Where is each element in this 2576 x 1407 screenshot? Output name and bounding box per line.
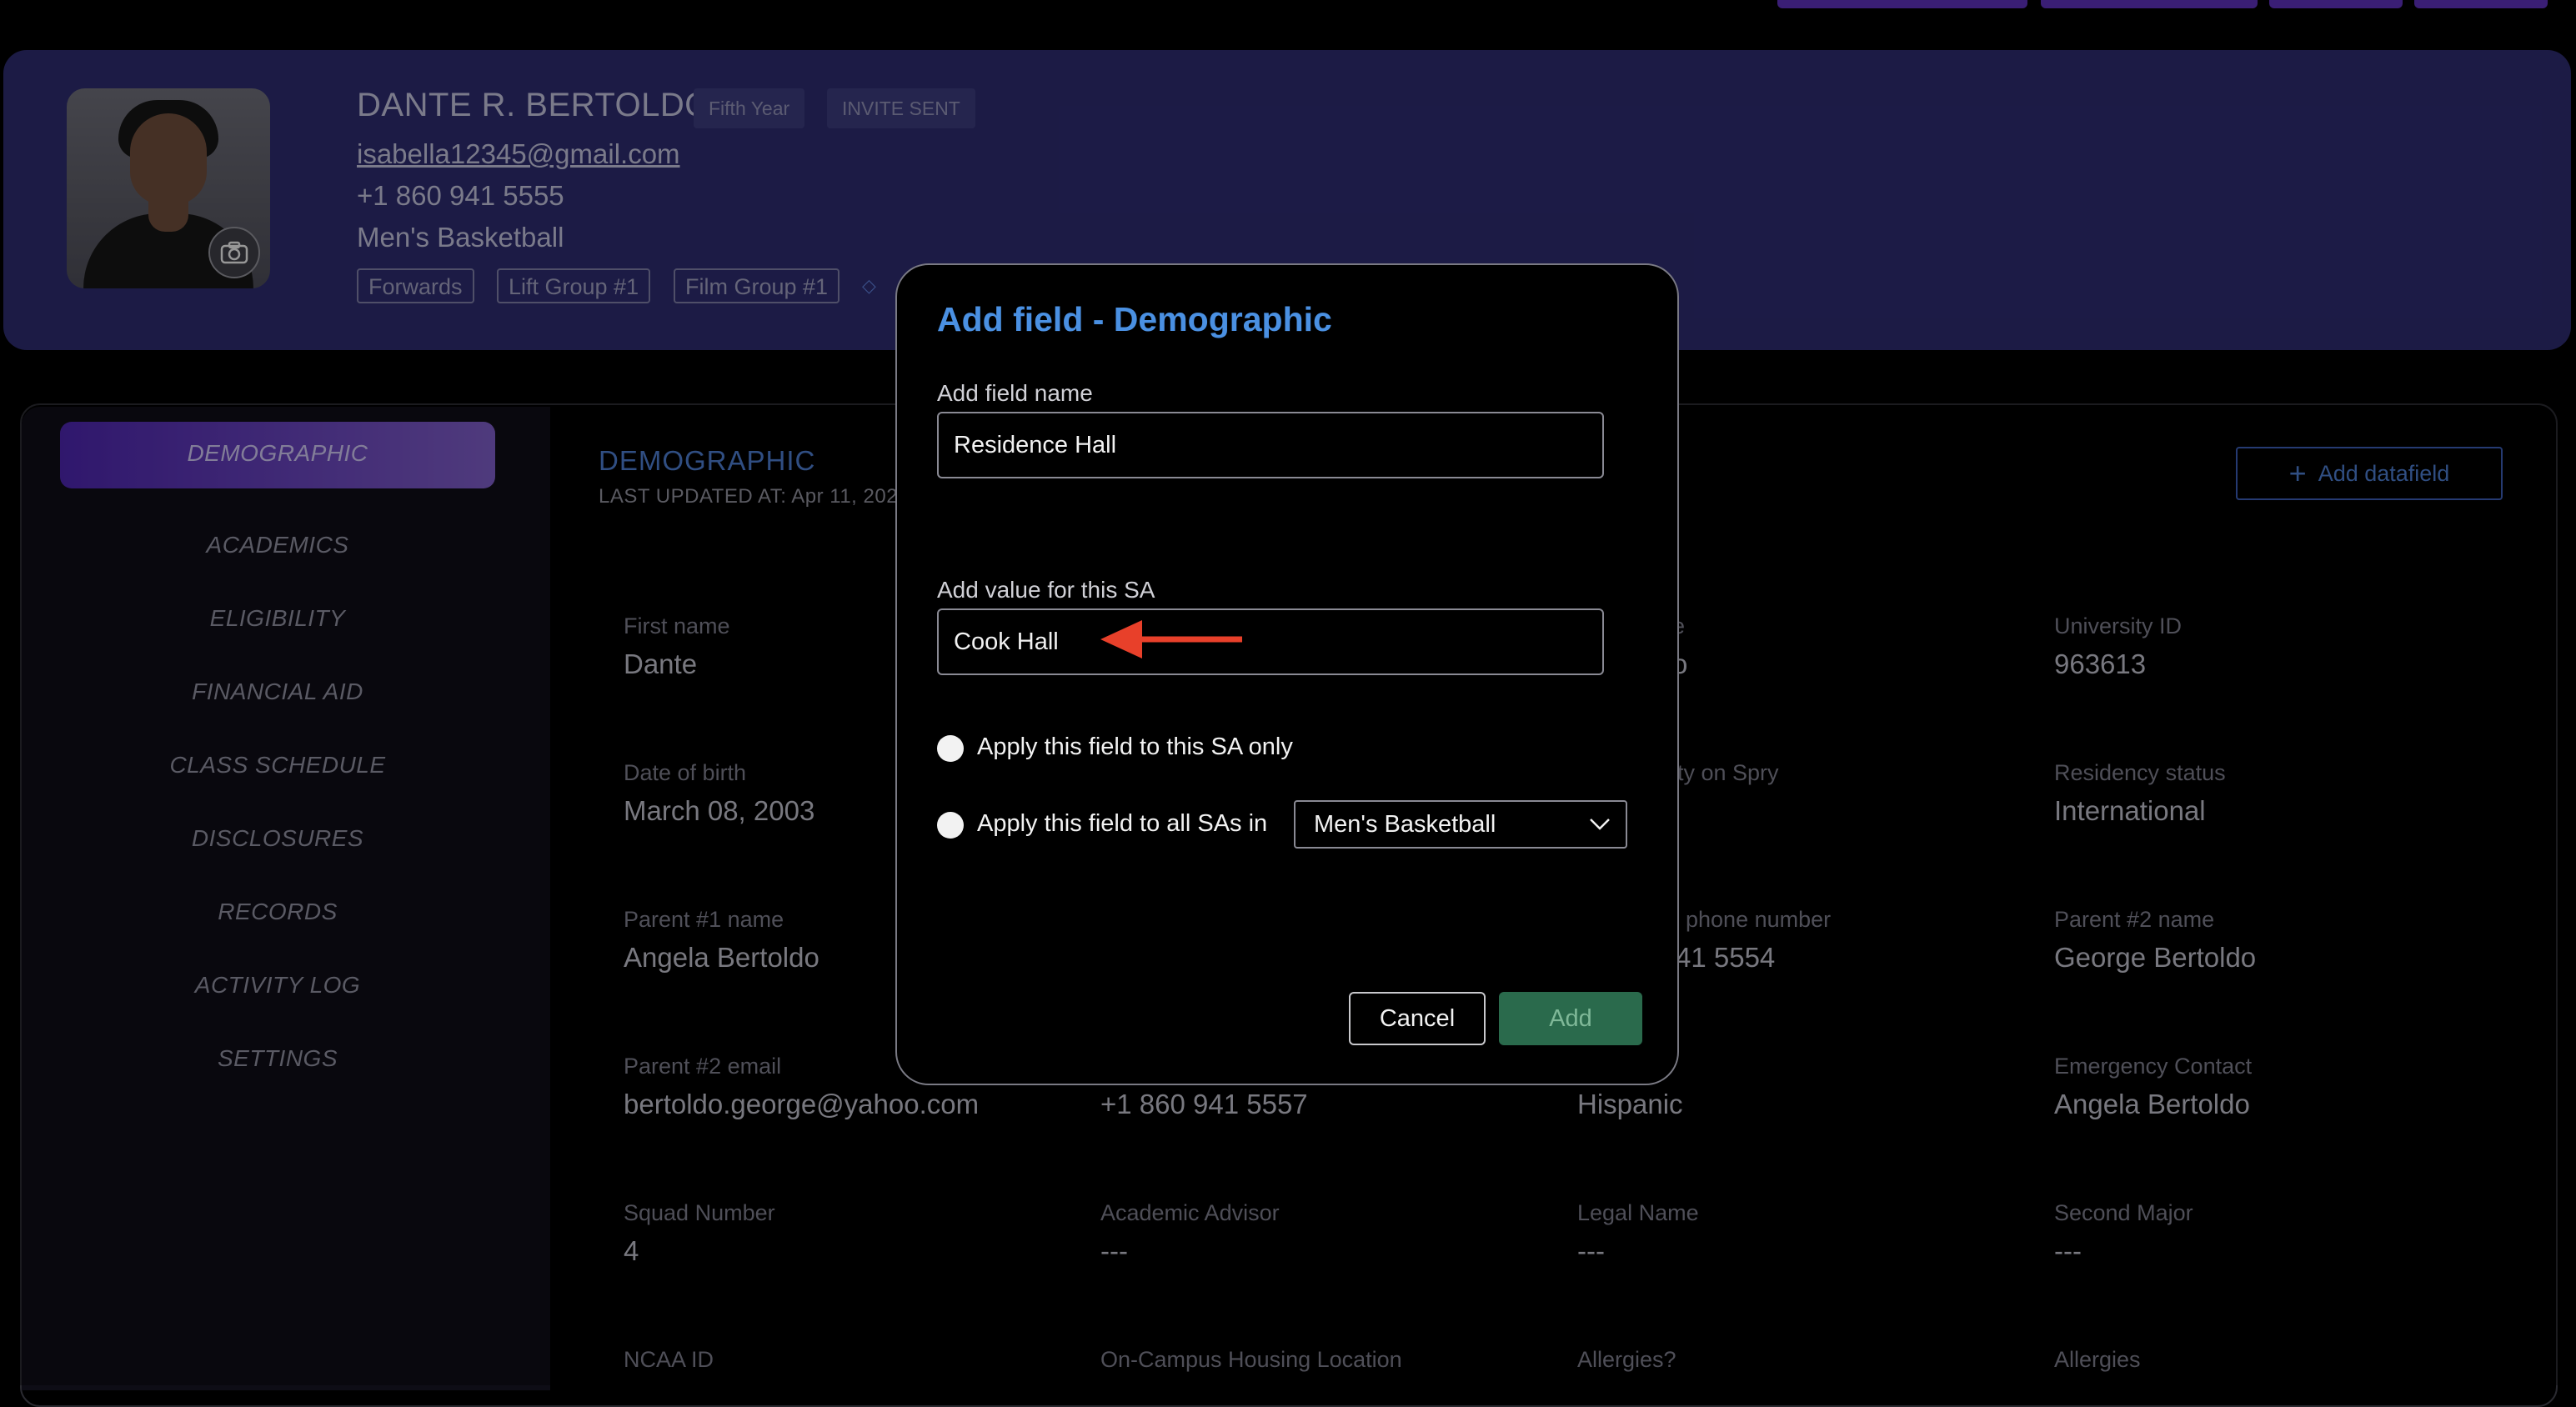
- field-name-input[interactable]: [937, 412, 1604, 478]
- radio-all-sas-label[interactable]: Apply this field to all SAs in: [977, 810, 1267, 838]
- add-button[interactable]: Add: [1499, 992, 1642, 1045]
- annotation-arrow-icon: [1100, 620, 1242, 658]
- radio-this-sa-only-label[interactable]: Apply this field to this SA only: [977, 734, 1293, 761]
- field-value-input[interactable]: [937, 608, 1604, 675]
- add-field-modal: Add field - Demographic Add field name A…: [895, 263, 1679, 1085]
- team-select[interactable]: Men's Basketball: [1294, 800, 1627, 849]
- cancel-button[interactable]: Cancel: [1349, 992, 1486, 1045]
- chevron-down-icon: [1590, 819, 1610, 830]
- team-select-value: Men's Basketball: [1314, 810, 1496, 838]
- radio-all-sas[interactable]: [937, 812, 964, 839]
- field-name-label: Add field name: [937, 380, 1093, 406]
- modal-title: Add field - Demographic: [937, 300, 1332, 338]
- radio-this-sa-only[interactable]: [937, 735, 964, 762]
- field-value-label: Add value for this SA: [937, 577, 1155, 603]
